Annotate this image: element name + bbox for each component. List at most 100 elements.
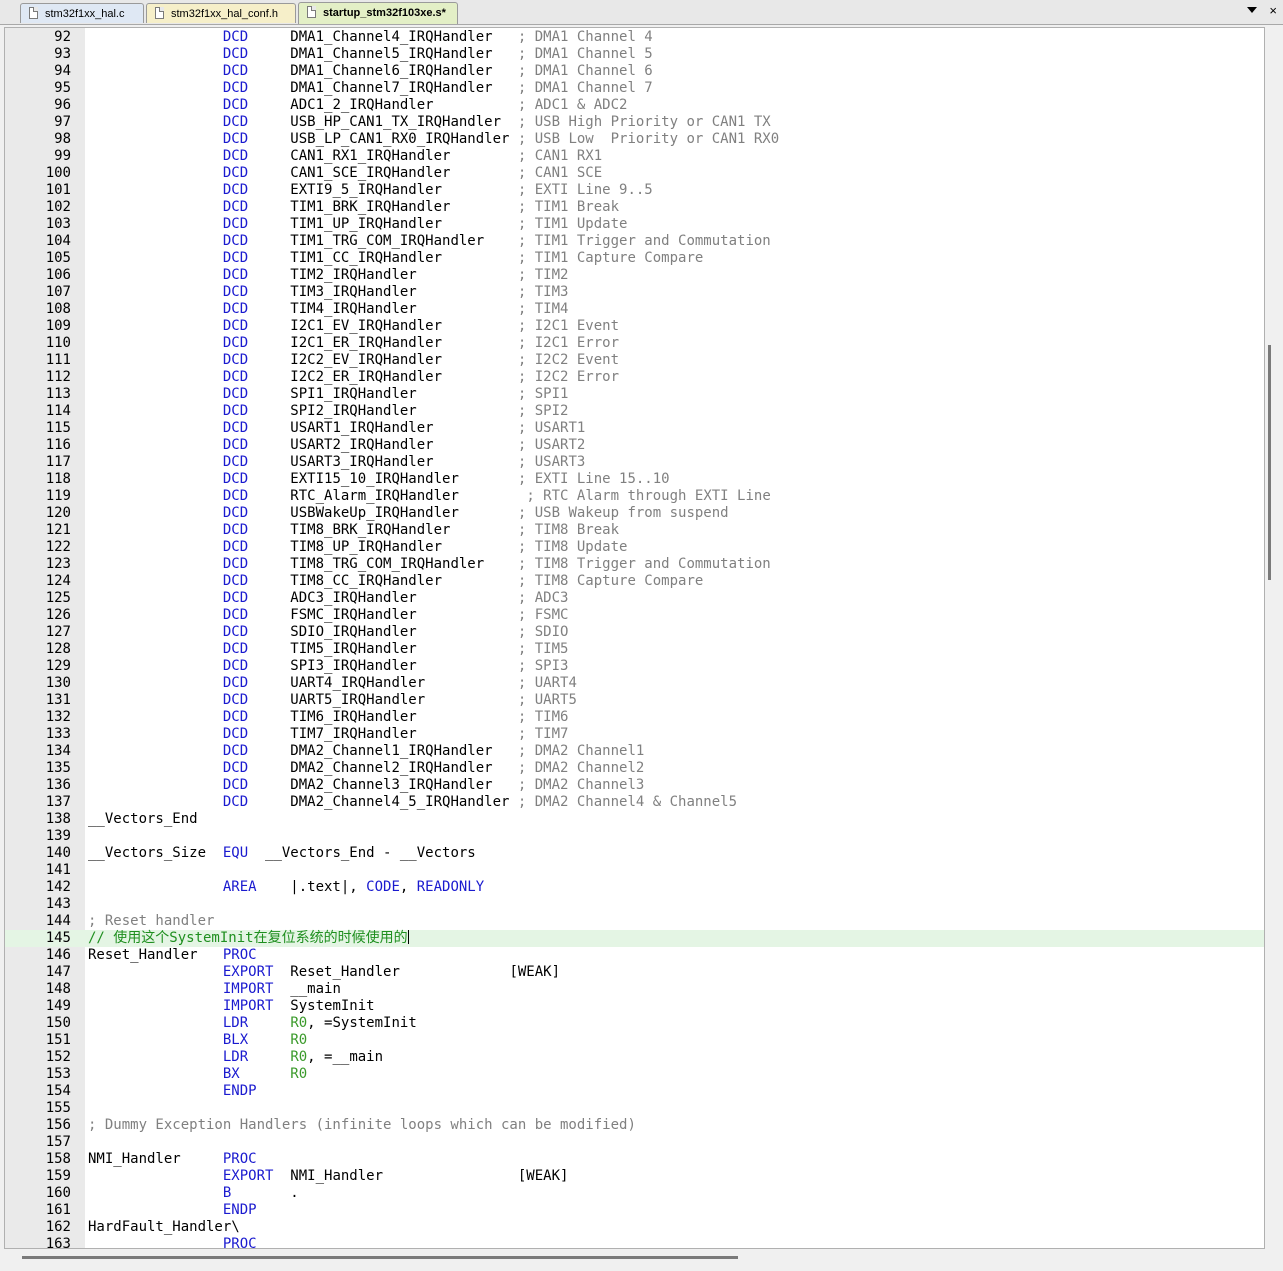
- code-line[interactable]: 142 AREA |.text|, CODE, READONLY: [5, 879, 1264, 896]
- horizontal-scrollbar-thumb[interactable]: [22, 1256, 738, 1259]
- code-line[interactable]: 117 DCD USART3_IRQHandler ; USART3: [5, 454, 1264, 471]
- code-line[interactable]: 127 DCD SDIO_IRQHandler ; SDIO: [5, 624, 1264, 641]
- code-line[interactable]: 106 DCD TIM2_IRQHandler ; TIM2: [5, 267, 1264, 284]
- code-line[interactable]: 135 DCD DMA2_Channel2_IRQHandler ; DMA2 …: [5, 760, 1264, 777]
- code-line[interactable]: 160 B .: [5, 1185, 1264, 1202]
- code-line[interactable]: 112 DCD I2C2_ER_IRQHandler ; I2C2 Error: [5, 369, 1264, 386]
- code-line[interactable]: 148 IMPORT __main: [5, 981, 1264, 998]
- code-line[interactable]: 146 Reset_Handler PROC: [5, 947, 1264, 964]
- code-line[interactable]: 163 PROC: [5, 1236, 1264, 1248]
- code-line[interactable]: 121 DCD TIM8_BRK_IRQHandler ; TIM8 Break: [5, 522, 1264, 539]
- code-line[interactable]: 134 DCD DMA2_Channel1_IRQHandler ; DMA2 …: [5, 743, 1264, 760]
- code-editor[interactable]: 92 DCD DMA1_Channel4_IRQHandler ; DMA1 C…: [4, 27, 1265, 1249]
- vertical-scrollbar[interactable]: [1266, 27, 1280, 1249]
- code-line[interactable]: 137 DCD DMA2_Channel4_5_IRQHandler ; DMA…: [5, 794, 1264, 811]
- code-line[interactable]: 157: [5, 1134, 1264, 1151]
- code-text: DCD TIM5_IRQHandler ; TIM5: [88, 641, 569, 658]
- code-line[interactable]: 156 ; Dummy Exception Handlers (infinite …: [5, 1117, 1264, 1134]
- line-number: 160: [45, 1185, 71, 1201]
- code-line[interactable]: 119 DCD RTC_Alarm_IRQHandler ; RTC Alarm…: [5, 488, 1264, 505]
- code-line[interactable]: 130 DCD UART4_IRQHandler ; UART4: [5, 675, 1264, 692]
- tab-stm32f1xx-hal-c[interactable]: stm32f1xx_hal.c: [20, 3, 144, 23]
- code-line[interactable]: 125 DCD ADC3_IRQHandler ; ADC3: [5, 590, 1264, 607]
- code-line[interactable]: 138 __Vectors_End: [5, 811, 1264, 828]
- code-line[interactable]: 95 DCD DMA1_Channel7_IRQHandler ; DMA1 C…: [5, 80, 1264, 97]
- code-line[interactable]: 113 DCD SPI1_IRQHandler ; SPI1: [5, 386, 1264, 403]
- code-line[interactable]: 92 DCD DMA1_Channel4_IRQHandler ; DMA1 C…: [5, 29, 1264, 46]
- tab-startup-stm32f103xe-s[interactable]: startup_stm32f103xe.s*: [298, 2, 458, 24]
- code-line[interactable]: 107 DCD TIM3_IRQHandler ; TIM3: [5, 284, 1264, 301]
- tab-stm32f1xx-hal-conf-h[interactable]: stm32f1xx_hal_conf.h: [146, 3, 296, 23]
- code-line[interactable]: 110 DCD I2C1_ER_IRQHandler ; I2C1 Error: [5, 335, 1264, 352]
- code-text: DCD I2C2_ER_IRQHandler ; I2C2 Error: [88, 369, 619, 386]
- code-line[interactable]: 141: [5, 862, 1264, 879]
- code-line[interactable]: 143: [5, 896, 1264, 913]
- code-token: Reset_Handler: [88, 947, 223, 963]
- code-line[interactable]: 132 DCD TIM6_IRQHandler ; TIM6: [5, 709, 1264, 726]
- code-text: DCD EXTI15_10_IRQHandler ; EXTI Line 15.…: [88, 471, 670, 488]
- code-line[interactable]: 144 ; Reset handler: [5, 913, 1264, 930]
- code-line[interactable]: 147 EXPORT Reset_Handler [WEAK]: [5, 964, 1264, 981]
- code-line[interactable]: 128 DCD TIM5_IRQHandler ; TIM5: [5, 641, 1264, 658]
- code-line[interactable]: 104 DCD TIM1_TRG_COM_IRQHandler ; TIM1 T…: [5, 233, 1264, 250]
- code-line[interactable]: 159 EXPORT NMI_Handler [WEAK]: [5, 1168, 1264, 1185]
- code-line[interactable]: 105 DCD TIM1_CC_IRQHandler ; TIM1 Captur…: [5, 250, 1264, 267]
- close-icon[interactable]: ×: [1269, 3, 1277, 18]
- code-line[interactable]: 99 DCD CAN1_RX1_IRQHandler ; CAN1 RX1: [5, 148, 1264, 165]
- code-line[interactable]: 93 DCD DMA1_Channel5_IRQHandler ; DMA1 C…: [5, 46, 1264, 63]
- code-line[interactable]: 94 DCD DMA1_Channel6_IRQHandler ; DMA1 C…: [5, 63, 1264, 80]
- line-number: 93: [54, 46, 71, 62]
- code-line[interactable]: 149 IMPORT SystemInit: [5, 998, 1264, 1015]
- code-line[interactable]: 98 DCD USB_LP_CAN1_RX0_IRQHandler ; USB …: [5, 131, 1264, 148]
- code-line[interactable]: 131 DCD UART5_IRQHandler ; UART5: [5, 692, 1264, 709]
- code-line[interactable]: 155: [5, 1100, 1264, 1117]
- code-line[interactable]: 96 DCD ADC1_2_IRQHandler ; ADC1 & ADC2: [5, 97, 1264, 114]
- tab-list-dropdown-icon[interactable]: [1247, 7, 1257, 13]
- code-line[interactable]: 118 DCD EXTI15_10_IRQHandler ; EXTI Line…: [5, 471, 1264, 488]
- code-text: BX R0: [88, 1066, 307, 1083]
- code-line[interactable]: 154 ENDP: [5, 1083, 1264, 1100]
- code-text: DCD CAN1_SCE_IRQHandler ; CAN1 SCE: [88, 165, 602, 182]
- code-line[interactable]: 139: [5, 828, 1264, 845]
- code-line[interactable]: 129 DCD SPI3_IRQHandler ; SPI3: [5, 658, 1264, 675]
- code-line[interactable]: 136 DCD DMA2_Channel3_IRQHandler ; DMA2 …: [5, 777, 1264, 794]
- code-line[interactable]: 101 DCD EXTI9_5_IRQHandler ; EXTI Line 9…: [5, 182, 1264, 199]
- code-line[interactable]: 158 NMI_Handler PROC: [5, 1151, 1264, 1168]
- code-line[interactable]: 108 DCD TIM4_IRQHandler ; TIM4: [5, 301, 1264, 318]
- code-line[interactable]: 124 DCD TIM8_CC_IRQHandler ; TIM8 Captur…: [5, 573, 1264, 590]
- code-line[interactable]: 162 HardFault_Handler\: [5, 1219, 1264, 1236]
- code-line[interactable]: 116 DCD USART2_IRQHandler ; USART2: [5, 437, 1264, 454]
- code-text: DCD DMA2_Channel1_IRQHandler ; DMA2 Chan…: [88, 743, 644, 760]
- code-line[interactable]: 100 DCD CAN1_SCE_IRQHandler ; CAN1 SCE: [5, 165, 1264, 182]
- code-line[interactable]: 102 DCD TIM1_BRK_IRQHandler ; TIM1 Break: [5, 199, 1264, 216]
- code-line[interactable]: 153 BX R0: [5, 1066, 1264, 1083]
- line-number: 101: [45, 182, 71, 198]
- line-number: 137: [45, 794, 71, 810]
- code-text: DCD UART5_IRQHandler ; UART5: [88, 692, 577, 709]
- code-line[interactable]: 150 LDR R0, =SystemInit: [5, 1015, 1264, 1032]
- code-line[interactable]: 151 BLX R0: [5, 1032, 1264, 1049]
- code-keyword: AREA: [222, 879, 257, 895]
- code-line[interactable]: 111 DCD I2C2_EV_IRQHandler ; I2C2 Event: [5, 352, 1264, 369]
- code-token: DMA2_Channel3_IRQHandler: [248, 777, 518, 793]
- code-line[interactable]: 133 DCD TIM7_IRQHandler ; TIM7: [5, 726, 1264, 743]
- code-line[interactable]: 140 __Vectors_Size EQU __Vectors_End - __…: [5, 845, 1264, 862]
- code-line[interactable]: 115 DCD USART1_IRQHandler ; USART1: [5, 420, 1264, 437]
- code-keyword: DCD: [222, 80, 249, 96]
- code-line[interactable]: 97 DCD USB_HP_CAN1_TX_IRQHandler ; USB H…: [5, 114, 1264, 131]
- code-line[interactable]: 126 DCD FSMC_IRQHandler ; FSMC: [5, 607, 1264, 624]
- code-line[interactable]: 122 DCD TIM8_UP_IRQHandler ; TIM8 Update: [5, 539, 1264, 556]
- vertical-scrollbar-thumb[interactable]: [1268, 345, 1271, 580]
- code-line[interactable]: 123 DCD TIM8_TRG_COM_IRQHandler ; TIM8 T…: [5, 556, 1264, 573]
- code-line[interactable]: 120 DCD USBWakeUp_IRQHandler ; USB Wakeu…: [5, 505, 1264, 522]
- code-line[interactable]: 114 DCD SPI2_IRQHandler ; SPI2: [5, 403, 1264, 420]
- code-line[interactable]: 161 ENDP: [5, 1202, 1264, 1219]
- code-line[interactable]: 152 LDR R0, =__main: [5, 1049, 1264, 1066]
- code-line[interactable]: 145 // 使用这个SystemInit在复位系统的时候使用的: [5, 930, 1264, 947]
- code-line[interactable]: 109 DCD I2C1_EV_IRQHandler ; I2C1 Event: [5, 318, 1264, 335]
- code-line[interactable]: 103 DCD TIM1_UP_IRQHandler ; TIM1 Update: [5, 216, 1264, 233]
